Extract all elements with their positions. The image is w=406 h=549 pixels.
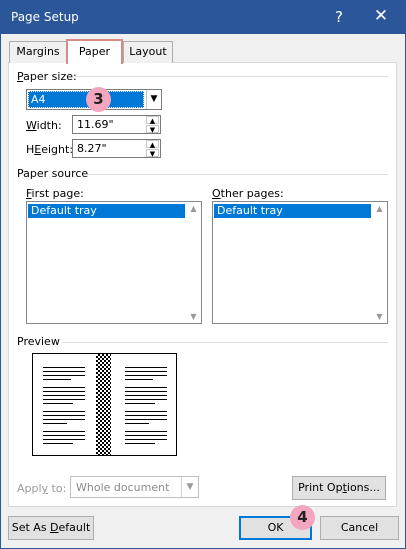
paper-source-heading: Paper source (17, 167, 89, 180)
apply-to-dropdown[interactable]: Whole document ▼ (70, 476, 199, 498)
print-options-button[interactable]: Print Options... (292, 476, 386, 500)
width-value[interactable]: 11.69" (73, 116, 114, 133)
other-pages-listbox[interactable]: Default tray ▲ ▼ (212, 201, 388, 324)
spin-up-icon[interactable]: ▲ (146, 116, 159, 125)
first-page-label: First page: (26, 187, 84, 200)
chevron-down-icon[interactable]: ▼ (146, 90, 161, 109)
paper-source-divider (88, 174, 388, 175)
title-bar[interactable]: Page Setup ? ✕ (1, 1, 405, 34)
height-label: HEeight: (26, 143, 74, 156)
height-spinner[interactable]: 8.27" ▲ ▼ (72, 139, 161, 158)
dialog-title: Page Setup (11, 10, 79, 24)
other-pages-label: Other pages: (212, 187, 284, 200)
close-button[interactable]: ✕ (372, 6, 390, 26)
set-as-default-button[interactable]: Set As Default (8, 516, 94, 540)
spin-down-icon[interactable]: ▼ (146, 149, 159, 158)
right-page-text (125, 367, 167, 447)
step-badge-4: 4 (290, 505, 315, 530)
scroll-up-icon[interactable]: ▲ (373, 204, 386, 213)
tab-layout[interactable]: Layout (123, 41, 173, 63)
list-item[interactable]: Default tray (28, 204, 185, 218)
scroll-down-icon[interactable]: ▼ (187, 312, 200, 321)
left-page-text (43, 367, 85, 447)
scroll-down-icon[interactable]: ▼ (373, 312, 386, 321)
preview-divider (62, 342, 388, 343)
tab-paper[interactable]: Paper (66, 39, 123, 64)
gutter-pattern (96, 354, 111, 455)
height-value[interactable]: 8.27" (73, 140, 107, 157)
apply-to-value: Whole document (76, 481, 170, 494)
width-spinner[interactable]: 11.69" ▲ ▼ (72, 115, 161, 134)
width-label: Width: (26, 119, 62, 132)
help-button[interactable]: ? (332, 8, 346, 26)
page-preview (32, 353, 177, 456)
chevron-down-icon[interactable]: ▼ (181, 477, 198, 497)
paper-size-divider (75, 76, 388, 77)
list-item[interactable]: Default tray (214, 204, 371, 218)
spin-up-icon[interactable]: ▲ (146, 140, 159, 149)
paper-size-heading: Paper size: (17, 70, 77, 83)
preview-heading: Preview (17, 335, 60, 348)
scroll-up-icon[interactable]: ▲ (187, 204, 200, 213)
first-page-listbox[interactable]: Default tray ▲ ▼ (26, 201, 202, 324)
step-badge-3: 3 (86, 87, 111, 112)
tab-margins[interactable]: Margins (9, 41, 67, 63)
apply-to-label: Apply to: (17, 482, 67, 495)
cancel-button[interactable]: Cancel (320, 516, 399, 540)
spin-down-icon[interactable]: ▼ (146, 125, 159, 134)
